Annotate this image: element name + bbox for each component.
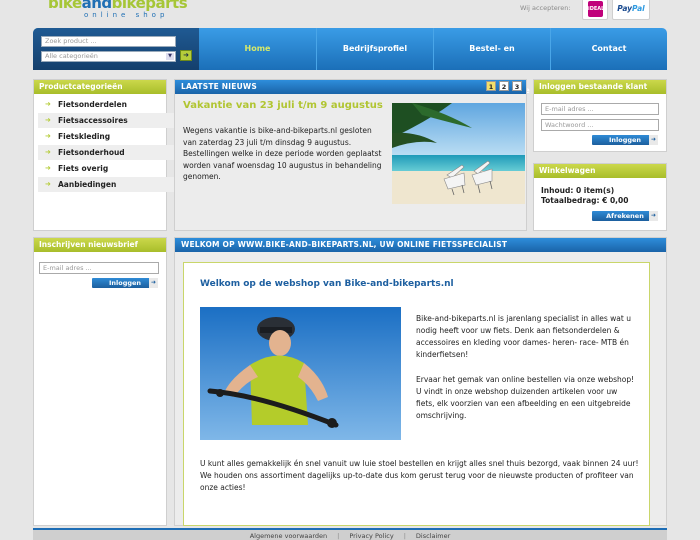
checkout-button[interactable]: Afrekenen ➜ bbox=[592, 211, 658, 221]
cyclist-image bbox=[200, 307, 401, 440]
news-body: Wegens vakantie is bike-and-bikeparts.nl… bbox=[183, 126, 382, 181]
arrow-bullet-icon: ➜ bbox=[45, 180, 51, 188]
arrow-bullet-icon: ➜ bbox=[45, 100, 51, 108]
category-item[interactable]: ➜ Fietsaccessoires bbox=[38, 113, 196, 128]
ideal-logo: iDEAL bbox=[582, 0, 608, 20]
search-go-button[interactable]: ➜ bbox=[180, 50, 192, 61]
welcome-panel-title: WELKOM OP WWW.BIKE-AND-BIKEPARTS.NL, UW … bbox=[175, 238, 666, 252]
news-title[interactable]: Vakantie van 23 juli t/m 9 augustus bbox=[183, 100, 383, 111]
footer: Algemene voorwaarden | Privacy Policy | Disc… bbox=[33, 528, 667, 540]
welcome-title: Welkom op de webshop van Bike-and-bikepa… bbox=[200, 279, 454, 289]
footer-separator: | bbox=[337, 532, 340, 540]
arrow-right-icon: ➜ bbox=[149, 278, 158, 288]
arrow-bullet-icon: ➜ bbox=[45, 148, 51, 156]
footer-link-algemene-voorwaarden[interactable]: Algemene voorwaarden bbox=[250, 532, 327, 540]
logo-wordmark: bikeandbikeparts bbox=[48, 0, 188, 12]
login-password-input[interactable]: Wachtwoord ... bbox=[541, 119, 659, 131]
site-logo[interactable]: bikeandbikeparts online shop bbox=[48, 0, 228, 20]
nav-contact[interactable]: Contact bbox=[550, 28, 667, 70]
category-panel-title: Productcategorieën bbox=[34, 80, 166, 94]
welcome-paragraph-3: U kunt alles gemakkelijk én snel vanuit … bbox=[200, 459, 639, 492]
news-panel-title: LAATSTE NIEUWS bbox=[175, 80, 526, 94]
category-item[interactable]: ➜ Fietsonderdelen bbox=[38, 97, 196, 112]
news-page-2[interactable]: 2 bbox=[499, 81, 509, 91]
login-panel-title: Inloggen bestaande klant bbox=[534, 80, 666, 94]
news-page-3[interactable]: 3 bbox=[512, 81, 522, 91]
welcome-paragraph-2: Ervaar het gemak van online bestellen vi… bbox=[416, 375, 635, 420]
category-item[interactable]: ➜ Aanbiedingen bbox=[38, 177, 196, 192]
newsletter-panel: Inschrijven nieuwsbrief E-mail adres ...… bbox=[33, 237, 167, 526]
newsletter-email-input[interactable]: E-mail adres ... bbox=[39, 262, 159, 274]
main-navigation: Zoek product ... Alle categorieën ▼ ➜ Ho… bbox=[33, 28, 667, 95]
paypal-logo: PayPal bbox=[612, 0, 650, 20]
newsletter-panel-title: Inschrijven nieuwsbrief bbox=[34, 238, 166, 252]
newsletter-submit-button[interactable]: Inloggen ➜ bbox=[92, 278, 158, 288]
arrow-bullet-icon: ➜ bbox=[45, 164, 51, 172]
category-item[interactable]: ➜ Fiets overig bbox=[38, 161, 196, 176]
category-item[interactable]: ➜ Fietsonderhoud bbox=[38, 145, 196, 160]
cart-panel-title: Winkelwagen bbox=[534, 164, 666, 178]
login-email-input[interactable]: E-mail adres ... bbox=[541, 103, 659, 115]
arrow-bullet-icon: ➜ bbox=[45, 116, 51, 124]
footer-link-privacy-policy[interactable]: Privacy Policy bbox=[349, 532, 393, 540]
cart-panel: Winkelwagen Inhoud: 0 item(s) Totaalbedr… bbox=[533, 163, 667, 231]
arrow-right-icon: ➜ bbox=[183, 51, 189, 59]
cart-contents: Inhoud: 0 item(s) bbox=[541, 186, 615, 195]
login-panel: Inloggen bestaande klant E-mail adres ..… bbox=[533, 79, 667, 152]
category-select[interactable]: Alle categorieën ▼ bbox=[41, 51, 176, 62]
arrow-right-icon: ➜ bbox=[649, 135, 658, 145]
footer-link-disclaimer[interactable]: Disclaimer bbox=[416, 532, 450, 540]
arrow-bullet-icon: ➜ bbox=[45, 132, 51, 140]
nav-bestel-betaalinformatie[interactable]: Bestel- en betaalinformatie bbox=[433, 28, 550, 95]
category-item[interactable]: ➜ Fietskleding bbox=[38, 129, 196, 144]
search-panel: Zoek product ... Alle categorieën ▼ ➜ bbox=[33, 28, 199, 70]
payment-accept-label: Wij accepteren: bbox=[520, 4, 571, 12]
footer-separator: | bbox=[403, 532, 406, 540]
news-page-1[interactable]: 1 bbox=[486, 81, 496, 91]
cart-total: Totaalbedrag: € 0,00 bbox=[541, 196, 629, 205]
nav-bedrijfsprofiel[interactable]: Bedrijfsprofiel bbox=[316, 28, 433, 70]
news-beach-image bbox=[392, 103, 525, 204]
arrow-right-icon: ➜ bbox=[649, 211, 658, 221]
search-input[interactable]: Zoek product ... bbox=[41, 36, 176, 47]
welcome-paragraph-1: Bike-and-bikeparts.nl is jarenlang speci… bbox=[416, 314, 631, 359]
login-submit-button[interactable]: Inloggen ➜ bbox=[592, 135, 658, 145]
logo-tagline: online shop bbox=[84, 11, 169, 19]
nav-home[interactable]: Home bbox=[199, 28, 316, 70]
category-panel: Productcategorieën ➜ Fietsonderdelen ➜ Fie… bbox=[33, 79, 196, 231]
chevron-down-icon: ▼ bbox=[166, 53, 174, 60]
